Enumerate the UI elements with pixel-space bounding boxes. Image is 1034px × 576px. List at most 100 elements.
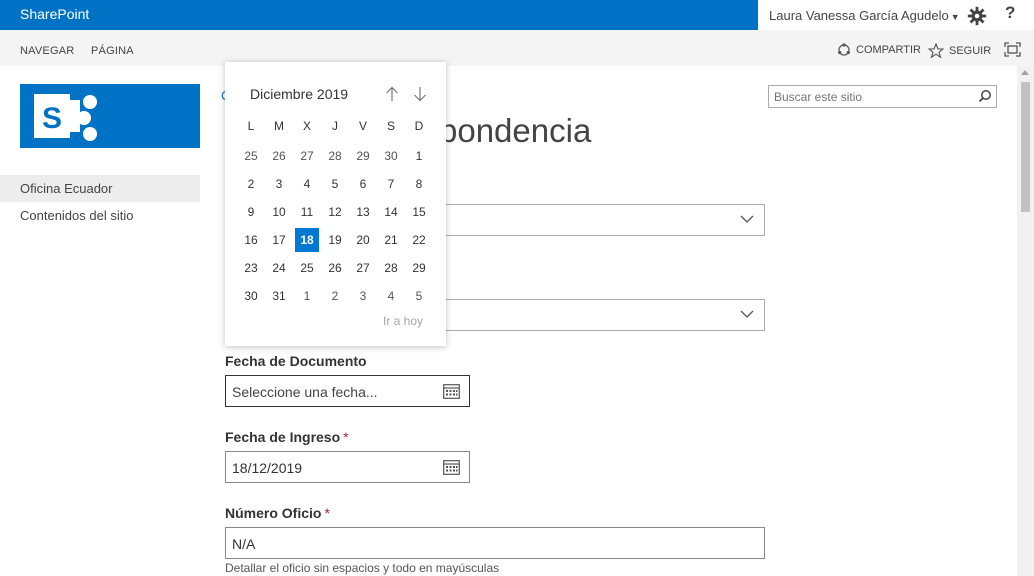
calendar-day[interactable]: 4 — [379, 284, 403, 308]
sharepoint-brand-link[interactable]: SharePoint — [20, 6, 89, 22]
numero-oficio-help: Detallar el oficio sin espacios y todo e… — [225, 561, 500, 575]
arrow-down-icon[interactable] — [413, 86, 427, 102]
follow-button[interactable]: SEGUIR — [928, 43, 991, 58]
calendar-day[interactable]: 8 — [407, 172, 431, 196]
calendar-day[interactable]: 29 — [351, 144, 375, 168]
calendar-day[interactable]: 4 — [295, 172, 319, 196]
calendar-weekday: V — [358, 119, 367, 133]
chevron-down-icon — [740, 215, 754, 223]
calendar-day[interactable]: 2 — [323, 284, 347, 308]
numero-oficio-label: Número Oficio * — [225, 505, 330, 521]
calendar-day[interactable]: 31 — [267, 284, 291, 308]
share-label: COMPARTIR — [856, 44, 921, 56]
calendar-day[interactable]: 11 — [295, 200, 319, 224]
calendar-day[interactable]: 28 — [379, 256, 403, 280]
page-scrollbar[interactable] — [1017, 66, 1034, 576]
calendar-day[interactable]: 3 — [351, 284, 375, 308]
nav-item-site-contents[interactable]: Contenidos del sitio — [0, 202, 200, 229]
brand-bar: SharePoint — [0, 0, 758, 30]
calendar-day[interactable]: 5 — [323, 172, 347, 196]
calendar-day[interactable]: 13 — [351, 200, 375, 224]
calendar-day[interactable]: 9 — [239, 200, 263, 224]
calendar-weekday: X — [302, 119, 311, 133]
tab-page[interactable]: PÁGINA — [91, 45, 134, 57]
calendar-day[interactable]: 24 — [267, 256, 291, 280]
scroll-thumb[interactable] — [1021, 82, 1030, 212]
fecha-documento-field[interactable]: Seleccione una fecha... — [225, 375, 470, 407]
calendar-day[interactable]: 30 — [239, 284, 263, 308]
tab-navigate[interactable]: NAVEGAR — [20, 45, 74, 57]
calendar-icon[interactable] — [443, 459, 460, 475]
required-marker: * — [343, 429, 349, 445]
fecha-ingreso-field[interactable]: 18/12/2019 — [225, 451, 470, 483]
calendar-day[interactable]: 27 — [295, 144, 319, 168]
numero-oficio-input[interactable]: N/A — [225, 527, 765, 559]
fecha-documento-label: Fecha de Documento — [225, 353, 367, 369]
fecha-documento-placeholder: Seleccione una fecha... — [232, 384, 378, 400]
required-marker: * — [324, 505, 330, 521]
calendar-day[interactable]: 6 — [351, 172, 375, 196]
fecha-documento-label-text: Fecha de Documento — [225, 353, 367, 369]
calendar-day[interactable]: 27 — [351, 256, 375, 280]
caret-down-icon: ▼ — [950, 12, 960, 22]
go-to-today-link[interactable]: Ir a hoy — [383, 314, 423, 328]
follow-label: SEGUIR — [949, 44, 992, 57]
calendar-day[interactable]: 30 — [379, 144, 403, 168]
fecha-ingreso-label-text: Fecha de Ingreso — [225, 429, 341, 445]
search-box — [768, 85, 997, 108]
calendar-day[interactable]: 3 — [267, 172, 291, 196]
calendar-day-selected[interactable]: 18 — [295, 228, 319, 252]
calendar-day[interactable]: 1 — [407, 144, 431, 168]
calendar-day[interactable]: 15 — [407, 200, 431, 224]
chevron-down-icon — [740, 310, 754, 318]
calendar-day[interactable]: 16 — [239, 228, 263, 252]
sharepoint-logo-icon: S — [34, 94, 97, 141]
calendar-day[interactable]: 21 — [379, 228, 403, 252]
calendar-weekday: M — [274, 119, 284, 133]
calendar-day[interactable]: 25 — [295, 256, 319, 280]
calendar-weekday: S — [386, 119, 395, 133]
calendar-day[interactable]: 19 — [323, 228, 347, 252]
help-icon[interactable]: ? — [1005, 3, 1015, 23]
calendar-day[interactable]: 1 — [295, 284, 319, 308]
nav-item-oficina-ecuador[interactable]: Oficina Ecuador — [0, 175, 200, 202]
calendar-day[interactable]: 2 — [239, 172, 263, 196]
calendar-day[interactable]: 14 — [379, 200, 403, 224]
user-name: Laura Vanessa García Agudelo — [769, 8, 949, 23]
search-icon[interactable] — [978, 89, 992, 103]
star-icon — [928, 43, 944, 58]
svg-text:S: S — [42, 102, 62, 135]
calendar-day[interactable]: 22 — [407, 228, 431, 252]
user-menu[interactable]: Laura Vanessa García Agudelo ▼ — [769, 8, 960, 23]
scroll-up-arrow-icon[interactable] — [1021, 70, 1029, 75]
ribbon-bar: NAVEGAR PÁGINA COMPARTIR SEGUIR — [0, 30, 1034, 66]
calendar-day[interactable]: 25 — [239, 144, 263, 168]
page-title: pondencia — [439, 112, 592, 149]
numero-oficio-label-text: Número Oficio — [225, 505, 322, 521]
gear-icon[interactable] — [966, 5, 988, 27]
fecha-ingreso-value: 18/12/2019 — [232, 460, 303, 476]
calendar-month-label: Diciembre 2019 — [250, 86, 349, 102]
focus-mode-icon[interactable] — [1004, 42, 1021, 57]
calendar-weekday: L — [247, 119, 255, 133]
calendar-icon[interactable] — [443, 383, 460, 399]
calendar-day[interactable]: 23 — [239, 256, 263, 280]
calendar-day[interactable]: 7 — [379, 172, 403, 196]
arrow-up-icon[interactable] — [385, 86, 399, 102]
calendar-weekday: J — [332, 119, 338, 133]
calendar-day[interactable]: 10 — [267, 200, 291, 224]
calendar-weekday: D — [414, 119, 424, 133]
calendar-day[interactable]: 26 — [267, 144, 291, 168]
share-button[interactable]: COMPARTIR — [837, 43, 921, 57]
search-input[interactable] — [774, 90, 969, 104]
calendar-day[interactable]: 20 — [351, 228, 375, 252]
calendar-day[interactable]: 17 — [267, 228, 291, 252]
calendar-day[interactable]: 5 — [407, 284, 431, 308]
calendar-day[interactable]: 28 — [323, 144, 347, 168]
calendar-day[interactable]: 29 — [407, 256, 431, 280]
calendar-day[interactable]: 12 — [323, 200, 347, 224]
calendar-day[interactable]: 26 — [323, 256, 347, 280]
share-icon — [838, 43, 850, 56]
fecha-ingreso-label: Fecha de Ingreso * — [225, 429, 349, 445]
site-logo[interactable]: S — [20, 84, 200, 148]
